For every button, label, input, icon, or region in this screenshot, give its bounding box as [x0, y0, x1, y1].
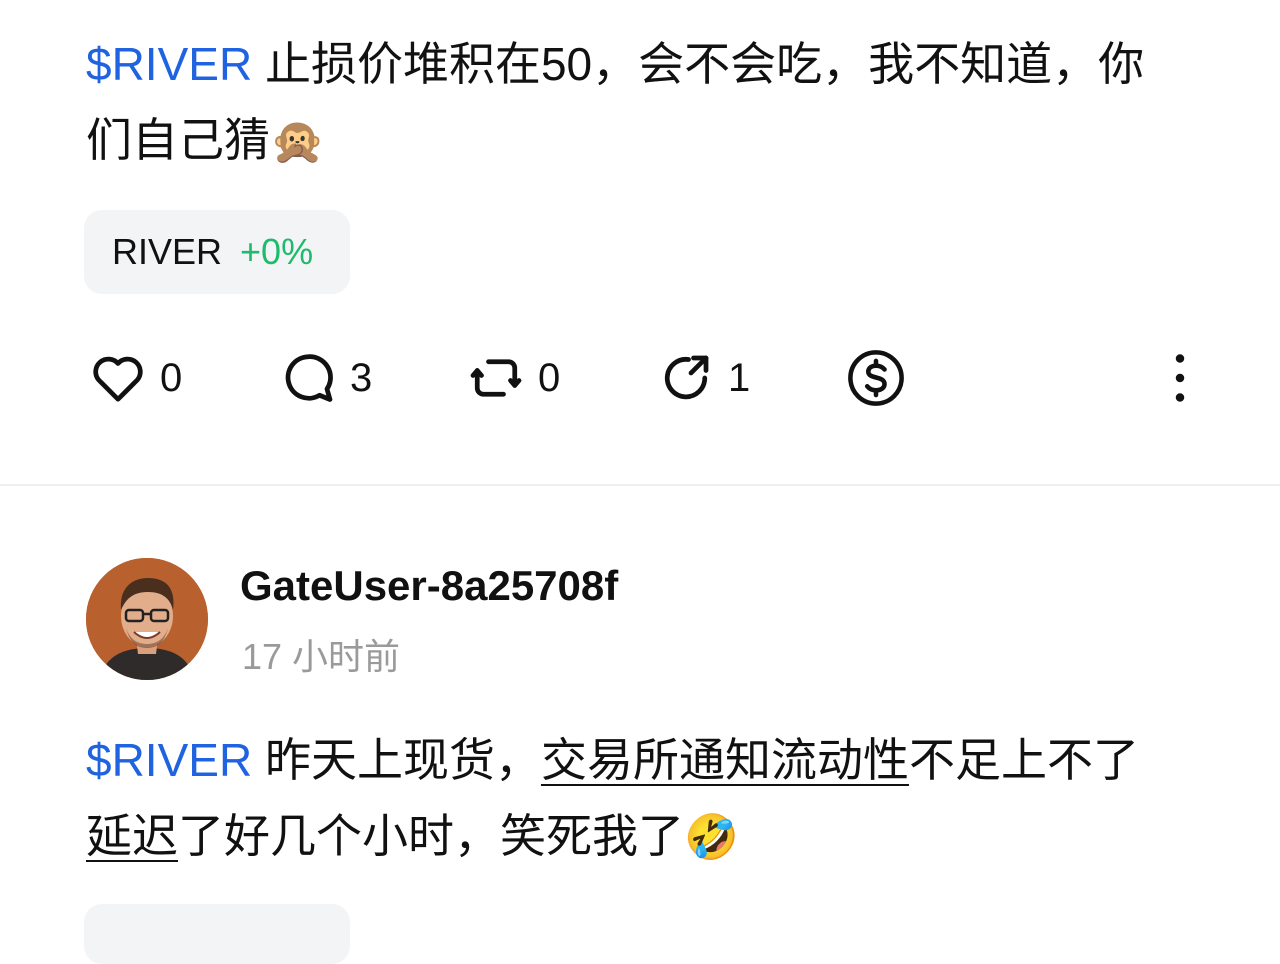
like-button[interactable]: 0 [88, 340, 182, 416]
emoji-rolling-laughing: 🤣 [684, 812, 739, 863]
emoji-see-no-evil-monkey: 🙊 [270, 116, 325, 167]
post-body-underlined: 延迟 [86, 810, 178, 862]
author-name[interactable]: GateUser-8a25708f [240, 562, 618, 610]
post-body-underlined: 交易所通知流动性 [540, 734, 909, 786]
post-body-part: 昨天上现货， [252, 734, 541, 786]
comment-icon [278, 348, 338, 408]
share-icon [656, 348, 716, 408]
post-text: $RIVER 止损价堆积在50，会不会吃，我不知道，你们自己猜🙊 [86, 26, 1170, 180]
token-change: +0% [240, 231, 314, 272]
comment-count: 3 [350, 355, 373, 400]
repost-button[interactable]: 0 [466, 340, 560, 416]
token-chip-partial[interactable] [84, 904, 350, 964]
post-timestamp: 17 小时前 [242, 636, 401, 677]
post-actions-bar: 0 3 0 1 [0, 340, 1280, 416]
avatar[interactable] [86, 558, 208, 680]
cashtag-link[interactable]: $RIVER [86, 734, 252, 786]
tip-button[interactable] [844, 340, 908, 416]
tip-dollar-icon [844, 346, 908, 410]
post-body-part: 了好几个小时，笑死我了 [178, 810, 684, 862]
post-text: $RIVER 昨天上现货，交易所通知流动性不足上不了延迟了好几个小时，笑死我了🤣 [86, 722, 1170, 876]
more-options-button[interactable] [1162, 340, 1198, 416]
more-vertical-icon [1162, 348, 1198, 408]
comment-button[interactable]: 3 [278, 340, 372, 416]
share-count: 1 [728, 355, 751, 400]
token-chip[interactable]: RIVER +0% [84, 210, 350, 294]
repost-icon [466, 348, 526, 408]
like-count: 0 [160, 355, 183, 400]
cashtag-link[interactable]: $RIVER [86, 38, 252, 90]
post-divider [0, 484, 1280, 486]
share-button[interactable]: 1 [656, 340, 750, 416]
repost-count: 0 [538, 355, 561, 400]
heart-icon [88, 348, 148, 408]
token-symbol: RIVER [112, 231, 223, 272]
post-body-part: 不足上不了 [908, 734, 1139, 786]
